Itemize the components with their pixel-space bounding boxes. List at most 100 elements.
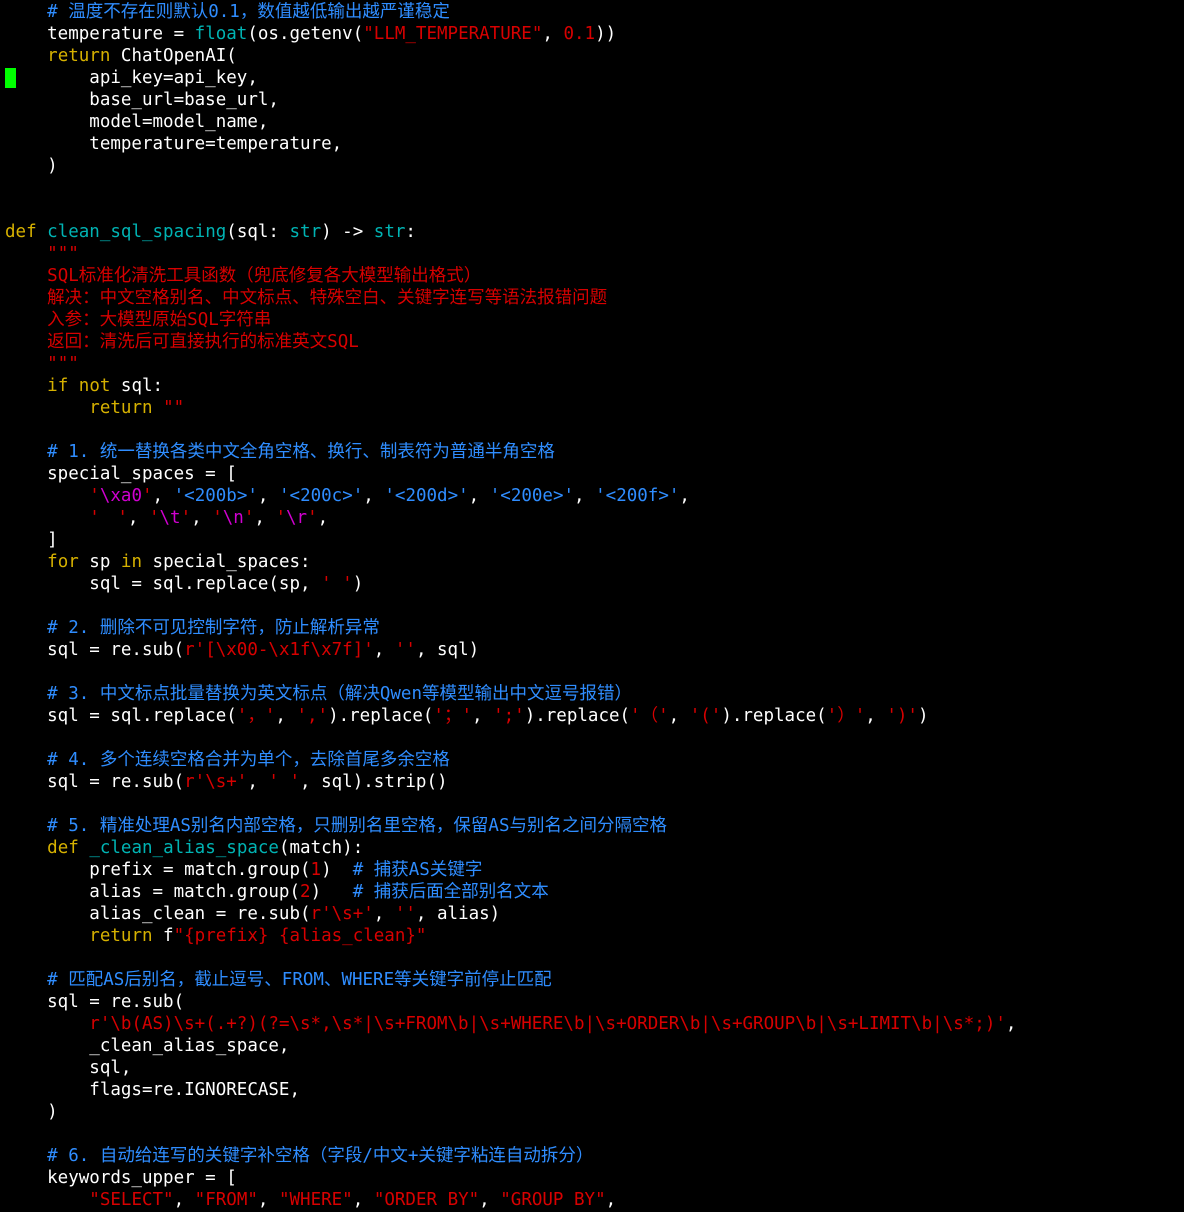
code-token-plain: _clean_alias_space, xyxy=(5,1036,290,1056)
code-line[interactable]: ] xyxy=(5,529,58,551)
code-line[interactable]: # 6. 自动给连写的关键字补空格（字段/中文+关键字粘连自动拆分） xyxy=(5,1145,593,1167)
code-token-string: """ xyxy=(47,354,79,374)
code-token-plain: , sql).strip() xyxy=(300,772,448,792)
code-token-string: r'\b(AS)\s+(.+?)(?=\s*,\s*|\s+FROM\b|\s+… xyxy=(89,1014,1006,1034)
code-token-plain: special_spaces: xyxy=(142,552,311,572)
code-token-string: ' xyxy=(243,508,255,528)
code-token-comment: '<200d>' xyxy=(384,486,469,506)
code-line[interactable]: 入参：大模型原始SQL字符串 xyxy=(5,309,271,331)
code-line[interactable]: # 匹配AS后别名，截止逗号、FROM、WHERE等关键字前停止匹配 xyxy=(5,969,551,991)
code-line[interactable]: keywords_upper = [ xyxy=(5,1167,237,1189)
code-line[interactable]: base_url=base_url, xyxy=(5,89,279,111)
code-line[interactable]: return "" xyxy=(5,397,184,419)
code-line[interactable]: def clean_sql_spacing(sql: str) -> str: xyxy=(5,221,416,243)
code-line[interactable]: # 4. 多个连续空格合并为单个，去除首尾多余空格 xyxy=(5,749,450,771)
code-line[interactable]: # 温度不存在则默认0.1，数值越低输出越严谨稳定 xyxy=(5,1,450,23)
code-line[interactable]: r'\b(AS)\s+(.+?)(?=\s*,\s*|\s+FROM\b|\s+… xyxy=(5,1013,1016,1035)
code-token-escape: \r xyxy=(286,508,308,528)
code-token-plain: , xyxy=(191,508,213,528)
code-token-string: "SELECT" xyxy=(89,1190,174,1210)
terminal-editor[interactable]: # 温度不存在则默认0.1，数值越低输出越严谨稳定 temperature = … xyxy=(0,0,1184,1212)
code-token-plain: temperature = xyxy=(5,24,195,44)
code-line[interactable]: sql, xyxy=(5,1057,131,1079)
code-token-plain: , xyxy=(352,1190,374,1210)
code-line[interactable]: ) xyxy=(5,1101,58,1123)
code-line[interactable]: api_key=api_key, xyxy=(5,67,258,89)
code-line[interactable]: prefix = match.group(1) # 捕获AS关键字 xyxy=(5,859,482,881)
code-token-keyword: not xyxy=(78,376,111,396)
code-token-plain: keywords_upper = [ xyxy=(5,1168,237,1188)
code-line[interactable]: special_spaces = [ xyxy=(5,463,237,485)
code-line[interactable]: "SELECT", "FROM", "WHERE", "ORDER BY", "… xyxy=(5,1189,616,1211)
code-line[interactable]: temperature = float(os.getenv("LLM_TEMPE… xyxy=(5,23,616,45)
code-line[interactable]: 返回：清洗后可直接执行的标准英文SQL xyxy=(5,331,359,353)
code-line[interactable]: '\xa0', '<200b>', '<200c>', '<200d>', '<… xyxy=(5,485,690,507)
code-line[interactable]: alias_clean = re.sub(r'\s+', '', alias) xyxy=(5,903,500,925)
code-line[interactable]: ) xyxy=(5,155,58,177)
code-line[interactable]: temperature=temperature, xyxy=(5,133,342,155)
code-line[interactable]: sql = re.sub( xyxy=(5,991,184,1013)
code-token-plain: sql, xyxy=(5,1058,132,1078)
code-line[interactable]: sql = re.sub(r'\s+', ' ', sql).strip() xyxy=(5,771,448,793)
code-line[interactable]: _clean_alias_space, xyxy=(5,1035,289,1057)
code-token-plain: sql = re.sub( xyxy=(5,992,185,1012)
code-token-string: '（' xyxy=(630,706,669,726)
code-token-escape: \xa0 xyxy=(99,486,142,506)
code-line[interactable]: # 1. 统一替换各类中文全角空格、换行、制表符为普通半角空格 xyxy=(5,441,555,463)
code-line[interactable]: if not sql: xyxy=(5,375,163,397)
code-token-plain: (match): xyxy=(278,838,364,858)
code-line[interactable]: 解决：中文空格别名、中文标点、特殊空白、关键字连写等语法报错问题 xyxy=(5,287,607,309)
code-token-string: "FROM" xyxy=(194,1190,258,1210)
code-token-plain: model=model_name, xyxy=(5,112,269,132)
code-token-string: '(' xyxy=(689,706,722,726)
code-token-plain: , xyxy=(479,1190,501,1210)
code-line[interactable]: # 2. 删除不可见控制字符，防止解析异常 xyxy=(5,617,380,639)
code-line[interactable]: alias = match.group(2) # 捕获后面全部别名文本 xyxy=(5,881,549,903)
code-line[interactable]: for sp in special_spaces: xyxy=(5,551,311,573)
code-token-plain: f xyxy=(152,926,174,946)
code-token-string: '，' xyxy=(236,706,276,726)
code-token-plain: sql = re.sub( xyxy=(5,772,185,792)
code-token-builtin: str xyxy=(373,222,406,242)
code-token-number: 0.1 xyxy=(563,24,596,44)
code-token-plain: , xyxy=(127,508,149,528)
code-token-plain: ) xyxy=(310,882,353,902)
code-line[interactable]: """ xyxy=(5,243,79,265)
code-line[interactable]: def _clean_alias_space(match): xyxy=(5,837,363,859)
code-token-string: ';' xyxy=(493,706,525,726)
code-token-comment: # 捕获后面全部别名文本 xyxy=(352,882,549,902)
code-line[interactable]: ' ', '\t', '\n', '\r', xyxy=(5,507,328,529)
code-token-plain: , xyxy=(257,486,279,506)
code-token-string: "WHERE" xyxy=(278,1190,353,1210)
code-token-plain: alias_clean = re.sub( xyxy=(5,904,311,924)
code-token-keyword: in xyxy=(120,552,142,572)
code-line[interactable]: sql = sql.replace(sp, ' ') xyxy=(5,573,363,595)
code-token-plain: , xyxy=(152,486,174,506)
code-token-builtin: str xyxy=(289,222,322,242)
code-token-plain: ChatOpenAI( xyxy=(110,46,237,66)
code-token-plain: ) xyxy=(5,1102,58,1122)
code-line[interactable]: return ChatOpenAI( xyxy=(5,45,237,67)
code-token-plain: sql = sql.replace( xyxy=(5,706,237,726)
code-token-keyword: if xyxy=(47,376,69,396)
code-token-keyword: def xyxy=(5,222,37,242)
code-line[interactable]: sql = sql.replace('，', ',').replace('；',… xyxy=(5,705,928,727)
code-line[interactable]: # 5. 精准处理AS别名内部空格，只删别名里空格，保留AS与别名之间分隔空格 xyxy=(5,815,667,837)
code-line[interactable]: sql = re.sub(r'[\x00-\x1f\x7f]', '', sql… xyxy=(5,639,479,661)
code-token-comment: # 3. 中文标点批量替换为英文标点（解决Qwen等模型输出中文逗号报错） xyxy=(47,684,632,704)
code-line[interactable]: # 3. 中文标点批量替换为英文标点（解决Qwen等模型输出中文逗号报错） xyxy=(5,683,632,705)
code-token-plain: ).replace( xyxy=(524,706,631,726)
code-line[interactable]: SQL标准化清洗工具函数（兜底修复各大模型输出格式） xyxy=(5,265,481,287)
code-line[interactable]: flags=re.IGNORECASE, xyxy=(5,1079,300,1101)
code-line[interactable]: """ xyxy=(5,353,79,375)
code-line[interactable]: return f"{prefix} {alias_clean}" xyxy=(5,925,426,947)
code-line[interactable]: model=model_name, xyxy=(5,111,268,133)
code-token-plain: ] xyxy=(5,530,58,550)
code-token-string: r'\s+' xyxy=(310,904,374,924)
code-token-comment: # 温度不存在则默认0.1，数值越低输出越严谨稳定 xyxy=(47,2,450,22)
code-token-plain: , xyxy=(275,706,297,726)
